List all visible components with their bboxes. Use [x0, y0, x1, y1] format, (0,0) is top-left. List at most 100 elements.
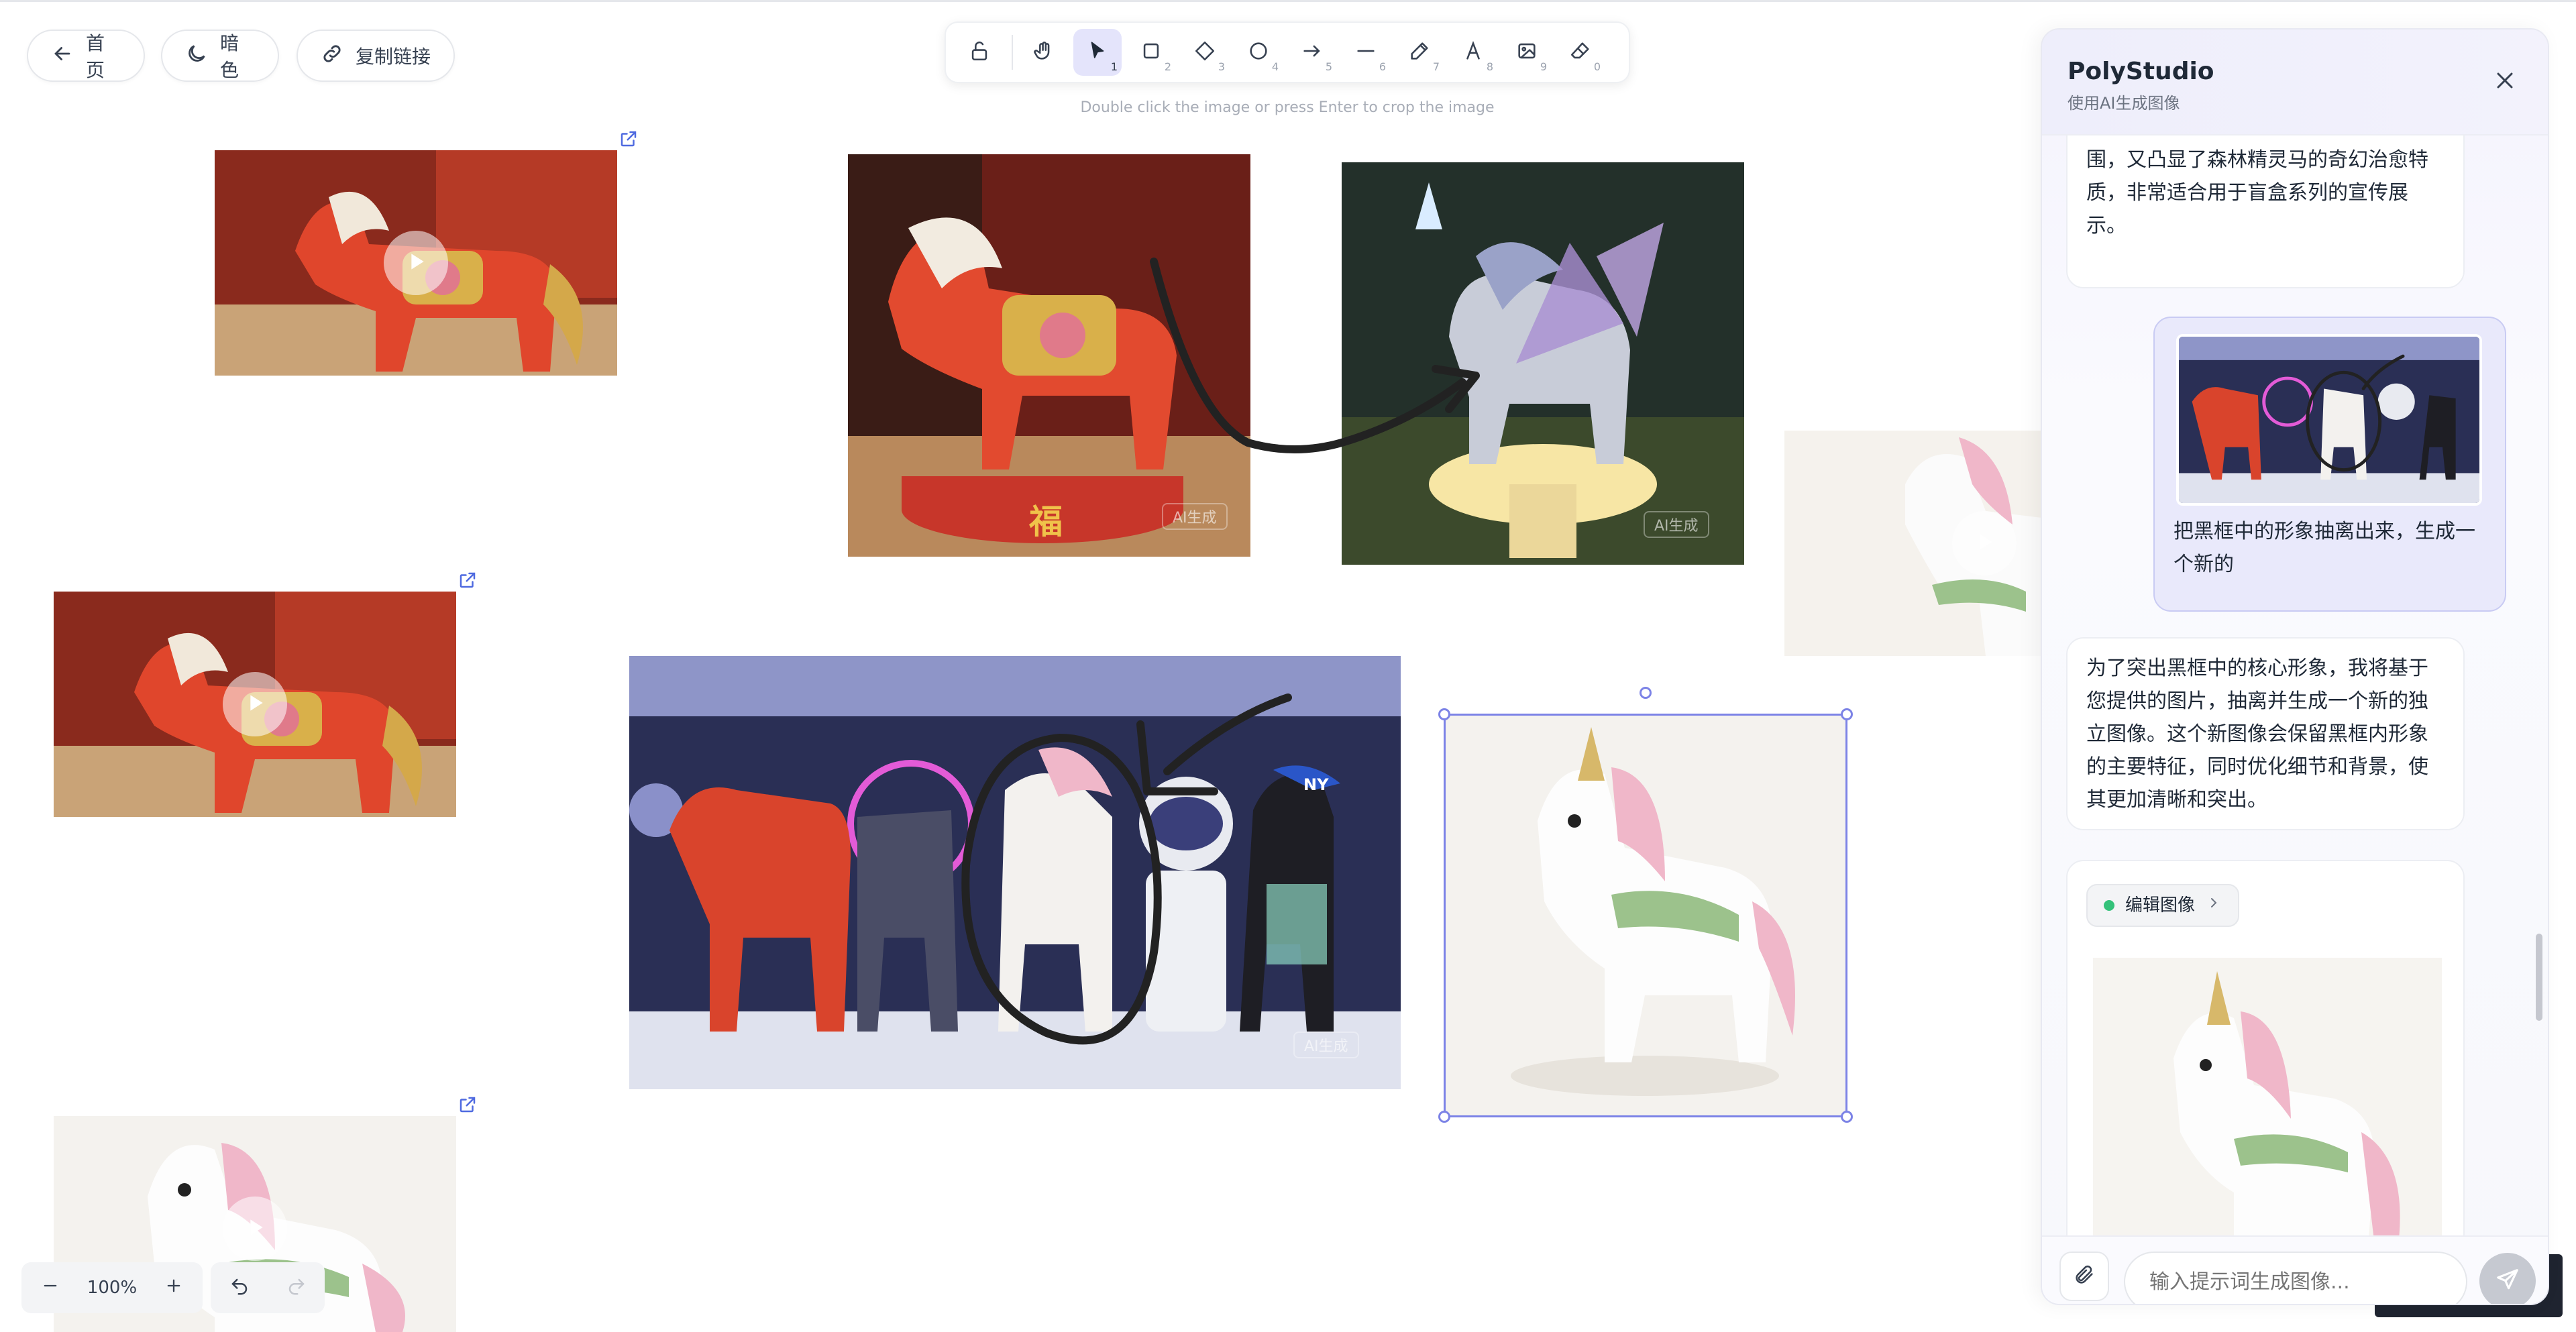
play-icon [241, 689, 268, 719]
play-icon [1971, 529, 1998, 558]
external-link-icon [619, 131, 639, 152]
cursor-icon [1086, 40, 1109, 65]
hand-icon [1032, 40, 1055, 65]
ai-chat-panel: PolyStudio 使用AI生成图像 围，又凸显了森林精灵马的奇幻治愈特 质，… [2041, 28, 2549, 1305]
message-line: 个新的 [2174, 553, 2234, 576]
status-dot [2104, 900, 2114, 911]
dark-mode-label: 暗色 [220, 32, 239, 81]
circle-icon [1247, 40, 1270, 65]
line-icon [1354, 40, 1377, 65]
red-horse-video-thumbnail-2[interactable] [54, 592, 456, 817]
tool-arrow[interactable]: 5 [1288, 29, 1336, 76]
tool-number: 7 [1432, 60, 1440, 73]
message-line: 的主要特征，同时优化细节和背景，使 [2086, 755, 2428, 779]
play-button[interactable] [384, 231, 448, 295]
resize-handle-sw[interactable] [1438, 1111, 1450, 1123]
dark-mode-button[interactable]: 暗色 [161, 30, 279, 82]
assistant-message: 围，又凸显了森林精灵马的奇幻治愈特 质，非常适合用于盲盒系列的宣传展 示。 [2066, 135, 2465, 288]
panel-header: PolyStudio 使用AI生成图像 [2042, 30, 2548, 135]
message-line: 立图像。这个新图像会保留黑框内形象 [2086, 722, 2428, 746]
selection-frame [1444, 714, 1847, 1117]
white-unicorn-video-thumbnail[interactable] [1784, 431, 2042, 656]
tool-number: 6 [1379, 60, 1386, 73]
diamond-icon [1193, 40, 1216, 65]
close-icon [2491, 72, 2518, 97]
tool-number: 2 [1164, 60, 1171, 73]
tool-hand[interactable] [1020, 29, 1068, 76]
message-line: 示。 [2086, 214, 2127, 237]
drawn-circle-annotation[interactable] [912, 693, 1315, 1060]
resize-handle-nw[interactable] [1438, 708, 1450, 720]
home-button[interactable]: 首页 [27, 30, 145, 82]
resize-handle-ne[interactable] [1841, 708, 1853, 720]
generated-unicorn-image[interactable] [2093, 958, 2442, 1235]
tool-number: 8 [1486, 60, 1493, 73]
pencil-icon [1408, 40, 1431, 65]
close-panel-button[interactable] [2491, 67, 2518, 94]
prompt-input[interactable] [2124, 1252, 2467, 1304]
zoom-out-button[interactable] [34, 1271, 67, 1305]
undo-button[interactable] [229, 1276, 250, 1299]
tool-lock[interactable] [955, 29, 1004, 76]
tool-number: 9 [1540, 60, 1547, 73]
user-attached-image[interactable] [2176, 334, 2482, 506]
tool-line[interactable]: 6 [1342, 29, 1390, 76]
text-icon [1462, 40, 1485, 65]
open-external-link-2[interactable] [458, 570, 478, 590]
tool-number: 3 [1218, 60, 1225, 73]
play-button[interactable] [223, 672, 287, 736]
tool-number: 0 [1593, 60, 1601, 73]
chat-scrollbar[interactable] [2536, 934, 2542, 1021]
composer [2042, 1235, 2548, 1304]
drawing-toolbar: 1 2 3 4 5 6 7 8 9 0 [945, 21, 1630, 83]
arrow-left-icon [51, 42, 74, 70]
tool-number: 1 [1110, 60, 1118, 73]
tool-rectangle[interactable]: 2 [1127, 29, 1175, 76]
rotate-handle[interactable] [1640, 687, 1652, 699]
message-line: 质，非常适合用于盲盒系列的宣传展 [2086, 181, 2408, 205]
zoom-level[interactable]: 100% [87, 1278, 137, 1298]
tool-diamond[interactable]: 3 [1181, 29, 1229, 76]
zoom-in-button[interactable] [157, 1271, 191, 1305]
attach-button[interactable] [2059, 1252, 2109, 1301]
home-label: 首页 [86, 32, 105, 81]
tool-image[interactable]: 9 [1503, 29, 1551, 76]
drawn-arrow-stroke[interactable] [1140, 248, 1503, 476]
assistant-message: 为了突出黑框中的核心形象，我将基于 您提供的图片，抽离并生成一个新的独 立图像。… [2066, 637, 2465, 830]
toolbar-divider [1012, 35, 1013, 70]
fu-character-label: 福 [1029, 502, 1063, 541]
arrow-right-icon [1301, 40, 1324, 65]
edit-image-label: 编辑图像 [2125, 895, 2196, 915]
redo-button[interactable] [286, 1276, 307, 1299]
copy-link-button[interactable]: 复制链接 [297, 30, 455, 82]
minus-icon [41, 1276, 60, 1300]
edit-image-chip[interactable]: 编辑图像 [2086, 884, 2240, 927]
copy-link-label: 复制链接 [356, 46, 431, 68]
tool-pencil[interactable]: 7 [1395, 29, 1444, 76]
resize-handle-se[interactable] [1841, 1111, 1853, 1123]
history-controls [211, 1262, 325, 1313]
top-border [0, 0, 2576, 2]
redo-icon [288, 1278, 305, 1295]
paperclip-icon [2073, 1264, 2096, 1289]
play-button[interactable] [1952, 511, 2017, 575]
chat-messages[interactable]: 围，又凸显了森林精灵马的奇幻治愈特 质，非常适合用于盲盒系列的宣传展 示。 把黑… [2042, 135, 2548, 1235]
zoom-controls: 100% [21, 1262, 203, 1313]
assistant-tool-result: 编辑图像 [2066, 860, 2465, 1235]
message-line: 为了突出黑框中的核心形象，我将基于 [2086, 657, 2428, 680]
user-message: 把黑框中的形象抽离出来，生成一 个新的 [2153, 317, 2506, 612]
send-button[interactable] [2479, 1253, 2536, 1304]
play-button[interactable] [223, 1197, 287, 1261]
tool-eraser[interactable]: 0 [1556, 29, 1605, 76]
open-external-link-1[interactable] [619, 129, 639, 149]
tool-select[interactable]: 1 [1073, 29, 1122, 76]
external-link-icon [458, 572, 478, 593]
image-icon [1515, 40, 1538, 65]
open-external-link-3[interactable] [458, 1095, 478, 1115]
plus-icon [164, 1276, 183, 1300]
eraser-icon [1569, 40, 1592, 65]
undo-icon [231, 1278, 247, 1295]
tool-ellipse[interactable]: 4 [1234, 29, 1283, 76]
tool-text[interactable]: 8 [1449, 29, 1497, 76]
red-horse-video-thumbnail[interactable] [215, 150, 617, 376]
